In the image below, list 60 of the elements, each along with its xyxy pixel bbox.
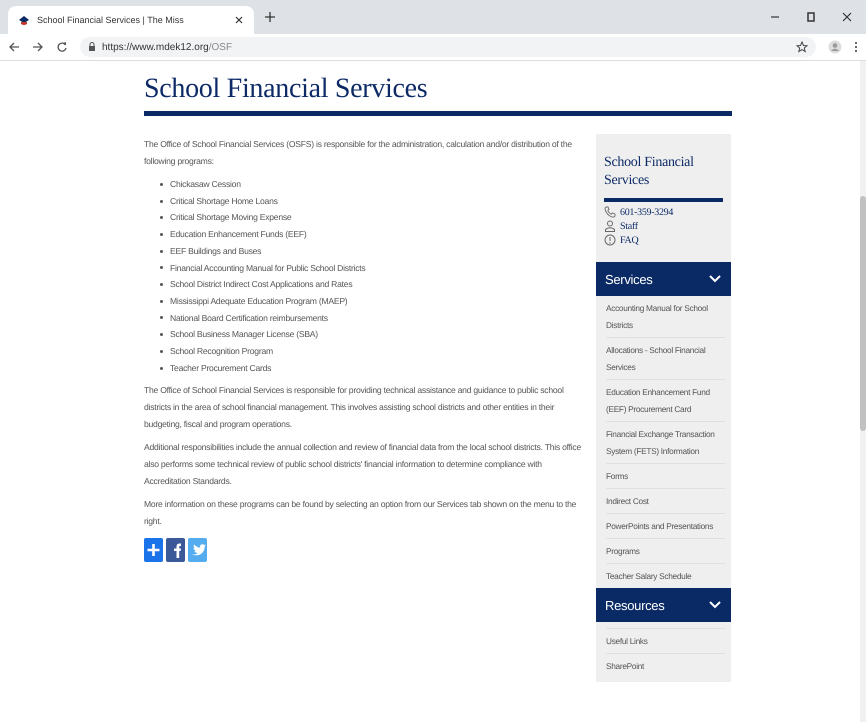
program-item: Critical Shortage Moving Expense	[170, 211, 292, 224]
close-icon[interactable]	[234, 15, 244, 25]
sidebar-link[interactable]: Programs	[606, 539, 725, 564]
page-title: School Financial Services	[144, 73, 428, 105]
section-header[interactable]: Services	[596, 262, 731, 296]
sidebar-link[interactable]: PowerPoints and Presentations	[606, 514, 725, 539]
sidebar-link[interactable]: Accounting Manual for School Districts	[606, 296, 725, 338]
sidebar-title: School Financial Services	[604, 154, 695, 190]
sidebar-link[interactable]: Teacher Salary Schedule	[606, 564, 725, 588]
contact-link[interactable]: Staff	[620, 220, 638, 232]
sidebar-link[interactable]: SharePoint	[606, 654, 725, 678]
sidebar-link[interactable]: Allocations - School Financial Services	[606, 338, 725, 380]
facebook-button[interactable]	[166, 538, 185, 562]
browser-tab[interactable]: School Financial Services | The Miss	[8, 6, 254, 34]
phone-icon	[604, 206, 616, 218]
program-item: School District Indirect Cost Applications and Rates	[170, 278, 352, 292]
sidebar-link[interactable]: Indirect Cost	[606, 489, 725, 514]
address-bar[interactable]: https://www.mdek12.org/OSF	[80, 37, 816, 57]
maximize-icon[interactable]	[806, 12, 816, 22]
lock-icon	[88, 42, 96, 52]
forward-icon[interactable]	[32, 41, 44, 53]
chevron-icon[interactable]	[709, 599, 721, 611]
chevron-icon[interactable]	[709, 273, 721, 285]
program-item: National Board Certification reimbursements	[170, 312, 328, 325]
intro-paragraph: The Office of School Financial Services (OSFS) is responsible for the administration, calculation and/or distribution of the following programs:	[144, 138, 573, 168]
contact-link[interactable]: FAQ	[620, 234, 638, 246]
star-icon[interactable]	[796, 41, 808, 53]
sidebar-link[interactable]: Forms	[606, 464, 725, 489]
scrollbar[interactable]	[860, 61, 866, 722]
program-item: Chickasaw Cession	[170, 178, 241, 191]
program-item: Critical Shortage Home Loans	[170, 194, 278, 208]
back-icon[interactable]	[8, 41, 20, 53]
program-item: Education Enhancement Funds (EEF)	[170, 228, 306, 242]
section-title: Services	[605, 272, 652, 286]
favicon-icon	[18, 14, 30, 26]
profile-icon[interactable]	[828, 40, 842, 54]
share-button[interactable]	[144, 538, 163, 562]
section-header[interactable]: Resources	[596, 588, 731, 622]
section-title: Resources	[605, 598, 664, 612]
help-icon	[604, 234, 616, 246]
sidebar-link[interactable]: Useful Links	[606, 628, 725, 654]
new-tab-icon[interactable]	[264, 11, 276, 23]
sidebar-link[interactable]: Financial Exchange Transaction System (FETS) Information	[606, 422, 725, 464]
menu-icon[interactable]	[854, 41, 858, 53]
program-item: EEF Buildings and Buses	[170, 244, 262, 258]
body-paragraph: More information on these programs can be found by selecting an option from our Services tab shown on the menu to the right.	[144, 498, 578, 528]
body-paragraph: Additional responsibilities include the annual collection and review of financial data from the local school districts. This office also performs some technical review of public school districts' financial information to determine compliance with Accreditation Standards.	[144, 441, 582, 488]
program-item: Mississippi Adequate Education Program (MAEP)	[170, 294, 348, 308]
close-icon[interactable]	[842, 12, 852, 22]
program-item: Teacher Procurement Cards	[170, 362, 272, 375]
program-item: School Recognition Program	[170, 345, 273, 358]
tab-title: School Financial Services | The Miss	[37, 15, 185, 25]
url-text: https://www.mdek12.org/OSF	[102, 42, 232, 52]
sidebar-link[interactable]: Education Enhancement Fund (EEF) Procurement Card	[606, 380, 725, 422]
person-icon	[604, 220, 616, 232]
program-item: School Business Manager License (SBA)	[170, 328, 318, 342]
program-item: Financial Accounting Manual for Public School Districts	[170, 262, 366, 275]
body-paragraph: The Office of School Financial Services is responsible for providing technical assistance and guidance to public school districts in the area of school financial management. This involves assisting school districts and other entities in their budgeting, fiscal and program operations.	[144, 384, 565, 432]
contact-link[interactable]: 601-359-3294	[620, 206, 674, 218]
reload-icon[interactable]	[56, 41, 68, 53]
